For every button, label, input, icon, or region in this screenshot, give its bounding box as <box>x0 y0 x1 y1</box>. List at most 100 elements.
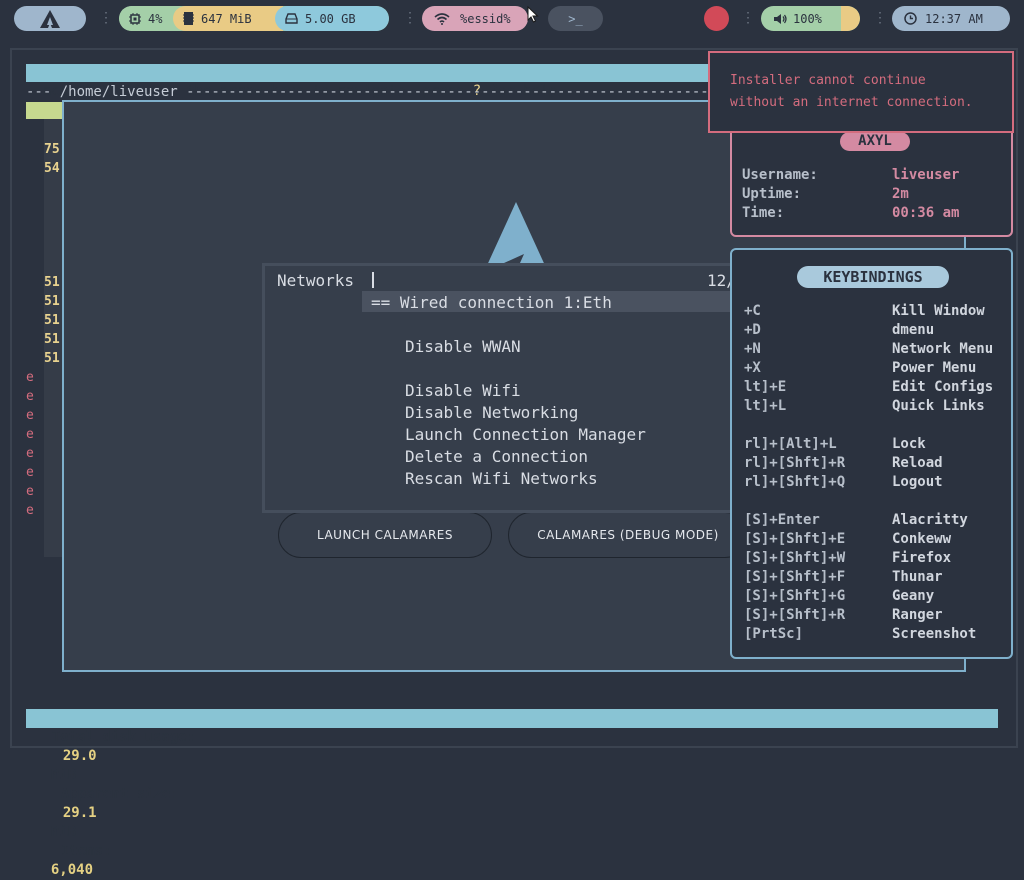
separator: ⋮ <box>403 10 417 26</box>
keybinding-action: Screenshot <box>892 626 977 642</box>
calamares-debug-label: CALAMARES (DEBUG MODE) <box>537 528 719 542</box>
total-disk-usage-value: 29.0 <box>62 748 97 764</box>
keybinding-keys: [S]+[Shft]+E <box>744 531 846 547</box>
flag-e: e <box>26 503 34 518</box>
ncdu-size-51d: 51 <box>44 332 60 347</box>
volume-slider-handle[interactable] <box>840 6 860 31</box>
flag-e: e <box>26 370 34 385</box>
notification-line-2: without an internet connection. <box>730 95 973 110</box>
keybinding-keys: +X <box>744 360 761 376</box>
separator: ⋮ <box>873 10 887 26</box>
keybinding-action: Firefox <box>892 550 952 566</box>
volume-widget[interactable]: 100% <box>761 6 860 31</box>
sysinfo-uptime-label: Uptime: <box>742 186 802 202</box>
sysinfo-title-text: AXYL <box>858 133 892 149</box>
cpu-icon <box>129 12 141 25</box>
keybinding-action: Edit Configs <box>892 379 994 395</box>
sysinfo-panel: AXYL Username: liveuser Uptime: 2m Time:… <box>730 125 1013 237</box>
keybinding-keys: +D <box>744 322 761 338</box>
memory-icon <box>183 12 194 25</box>
keybinding-keys: rl]+[Shft]+R <box>744 455 846 471</box>
cpu-value: 4% <box>148 11 163 26</box>
network-option-delete-connection[interactable]: Delete a Connection <box>405 447 588 466</box>
ncdu-status-bar: Total disk usage: 29.0 MiB Apparent size… <box>26 709 998 878</box>
memory-value: 647 MiB <box>201 11 252 26</box>
keybinding-keys: [S]+[Shft]+W <box>744 550 846 566</box>
memory-widget[interactable]: 647 MiB <box>173 6 283 31</box>
apparent-size-unit: MiB <box>50 824 77 840</box>
keybinding-action: Reload <box>892 455 943 471</box>
ncdu-size-54: 54 <box>44 161 60 176</box>
ncdu-flag-column: e e e e e e e e <box>26 368 34 520</box>
launch-calamares-label: LAUNCH CALAMARES <box>316 528 453 542</box>
network-option-disable-networking[interactable]: Disable Networking <box>405 403 578 422</box>
flag-e: e <box>26 446 34 461</box>
ncdu-size-51a: 51 <box>44 275 60 290</box>
volume-icon <box>774 13 787 24</box>
keybinding-action: Kill Window <box>892 303 985 319</box>
keybinding-keys: +N <box>744 341 761 357</box>
keybinding-keys: [S]+[Shft]+G <box>744 588 846 604</box>
disk-widget[interactable]: 5.00 GB <box>275 6 389 31</box>
flag-e: e <box>26 465 34 480</box>
clock-icon <box>904 12 917 25</box>
keybinding-action: Thunar <box>892 569 943 585</box>
launch-calamares-button[interactable]: LAUNCH CALAMARES <box>278 512 492 558</box>
axyl-logo-icon <box>40 9 60 28</box>
power-button[interactable] <box>704 6 729 31</box>
network-option-disable-wifi[interactable]: Disable Wifi <box>405 381 521 400</box>
mouse-cursor-icon <box>527 6 539 23</box>
keybinding-keys: rl]+[Shft]+Q <box>744 474 846 490</box>
launcher-button[interactable] <box>14 6 86 31</box>
network-menu-prompt: Networks <box>277 271 355 290</box>
sysinfo-username-value: liveuser <box>892 167 960 183</box>
flag-e: e <box>26 484 34 499</box>
keybinding-keys: +C <box>744 303 761 319</box>
keybinding-action: Power Menu <box>892 360 977 376</box>
apparent-size-label: Apparent size: <box>60 786 179 802</box>
keybindings-panel: KEYBINDINGS +C Kill Window +D dmenu +N N… <box>730 248 1013 659</box>
keybinding-keys: lt]+E <box>744 379 787 395</box>
items-label: Items: <box>60 843 112 859</box>
apparent-size-value: 29.1 <box>62 805 97 821</box>
network-option-wired[interactable]: == Wired connection 1:Eth <box>371 293 612 312</box>
keybinding-keys: [S]+Enter <box>744 512 820 528</box>
sysinfo-time-label: Time: <box>742 205 785 221</box>
keybinding-keys: [PrtSc] <box>744 626 804 642</box>
terminal-prompt-icon: >_ <box>568 11 583 26</box>
network-option-disable-wwan[interactable]: Disable WWAN <box>405 337 521 356</box>
keybinding-action: dmenu <box>892 322 935 338</box>
items-value: 6,040 <box>50 862 94 878</box>
sysinfo-username-label: Username: <box>742 167 818 183</box>
text-cursor <box>372 272 374 288</box>
ncdu-size-51c: 51 <box>44 313 60 328</box>
keybinding-action: Ranger <box>892 607 943 623</box>
terminal-launcher-button[interactable]: >_ <box>548 6 603 31</box>
notification-popup[interactable]: Installer cannot continue without an int… <box>708 51 1014 133</box>
wifi-icon <box>434 12 450 25</box>
network-menu-search-input[interactable] <box>369 268 759 290</box>
network-option-connection-manager[interactable]: Launch Connection Manager <box>405 425 646 444</box>
network-essid: %essid% <box>460 11 511 26</box>
volume-value: 100% <box>793 11 822 26</box>
clock-value: 12:37 AM <box>925 11 983 26</box>
ncdu-size-51b: 51 <box>44 294 60 309</box>
network-widget[interactable]: %essid% <box>422 6 528 31</box>
sysinfo-uptime-value: 2m <box>892 186 909 202</box>
keybinding-action: Lock <box>892 436 926 452</box>
cpu-widget[interactable]: 4% <box>119 6 181 31</box>
keybinding-action: Logout <box>892 474 943 490</box>
network-option-rescan-wifi[interactable]: Rescan Wifi Networks <box>405 469 598 488</box>
separator: ⋮ <box>99 10 113 26</box>
disk-value: 5.00 GB <box>305 11 356 26</box>
keybinding-keys: rl]+[Alt]+L <box>744 436 837 452</box>
calamares-debug-button[interactable]: CALAMARES (DEBUG MODE) <box>508 512 748 558</box>
clock-widget[interactable]: 12:37 AM <box>892 6 1010 31</box>
network-menu: Networks 12/12 == Wired connection 1:Eth… <box>262 263 769 513</box>
keybinding-action: Network Menu <box>892 341 994 357</box>
separator: ⋮ <box>741 10 755 26</box>
keybinding-action: Conkeww <box>892 531 952 547</box>
sysinfo-time-value: 00:36 am <box>892 205 960 221</box>
system-stats-module: 4% 647 MiB 5.00 GB <box>119 6 389 31</box>
ncdu-selected-row <box>26 102 62 119</box>
